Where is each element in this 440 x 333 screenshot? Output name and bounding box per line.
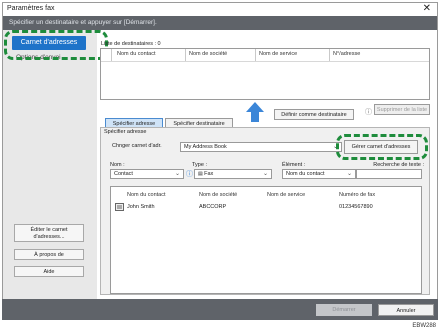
edit-address-book-label-2: d'adresses... — [33, 234, 65, 240]
element-select[interactable]: Nom du contact ⌄ — [282, 169, 356, 179]
section-label: Spécifier adresse — [104, 129, 147, 135]
close-icon[interactable]: ✕ — [423, 3, 431, 14]
name-select[interactable]: Contact ⌄ — [110, 169, 184, 179]
row-contact: John Smith — [127, 204, 155, 210]
address-book-value: My Address Book — [184, 144, 227, 150]
table-row[interactable]: John Smith ABCCORP 01234567890 — [113, 202, 419, 213]
chevron-down-icon: ⌄ — [174, 171, 180, 177]
highlight-address-book — [4, 30, 108, 60]
table-col-service[interactable]: Nom de service — [267, 192, 305, 198]
element-value: Nom du contact — [286, 171, 325, 177]
title-bar: Paramètres fax ✕ — [3, 3, 437, 16]
edit-address-book-label-1: Éditer le carnet — [30, 227, 68, 233]
window-title: Paramètres fax — [7, 5, 55, 12]
change-book-label: Chnger carnet d'adr. — [112, 143, 162, 149]
define-recipient-button[interactable]: Définir comme destinataire — [274, 109, 354, 120]
column-service[interactable]: Nom de service — [259, 51, 297, 57]
table-col-company[interactable]: Nom de société — [199, 192, 237, 198]
start-button[interactable]: Démarrer — [316, 304, 372, 316]
column-address[interactable]: N°/adresse — [333, 51, 360, 57]
info-icon: ⓘ — [186, 171, 193, 178]
recipient-list-label: Liste de destinataires : 0 — [101, 41, 161, 47]
highlight-manage-button — [336, 134, 428, 160]
chevron-down-icon: ⌄ — [346, 171, 352, 177]
element-label: Élément : — [282, 162, 306, 168]
type-value: Fax — [204, 171, 214, 177]
contacts-table[interactable]: Nom du contact Nom de société Nom de ser… — [110, 186, 422, 294]
edit-address-book-button[interactable]: Éditer le carnet d'adresses... — [14, 224, 84, 242]
help-button[interactable]: Aide — [14, 266, 84, 277]
type-label: Type : — [192, 162, 207, 168]
delete-from-list-button: Supprimer de la liste — [374, 104, 430, 115]
row-company: ABCCORP — [199, 204, 227, 210]
figure-caption: EBW288 — [412, 323, 436, 329]
table-col-fax[interactable]: Numéro de fax — [339, 192, 375, 198]
instruction-bar: Spécifier un destinataire et appuyer sur… — [3, 16, 437, 30]
recipient-list[interactable]: Nom du contact Nom de société Nom de ser… — [100, 48, 430, 100]
arrow-up-icon[interactable] — [245, 101, 265, 123]
contact-card-icon — [115, 203, 124, 211]
row-fax: 01234567890 — [339, 204, 373, 210]
about-button[interactable]: À propos de — [14, 249, 84, 260]
cancel-button[interactable]: Annuler — [378, 304, 434, 316]
name-label: Nom : — [110, 162, 125, 168]
search-input[interactable] — [356, 169, 422, 179]
address-book-select[interactable]: My Address Book ⌄ — [180, 142, 342, 152]
table-col-contact[interactable]: Nom du contact — [127, 192, 166, 198]
column-contact[interactable]: Nom du contact — [117, 51, 156, 57]
type-select[interactable]: ▤ Fax ⌄ — [194, 169, 272, 179]
search-label: Recherche de texte : — [352, 162, 424, 168]
column-company[interactable]: Nom de société — [189, 51, 227, 57]
footer-bar — [2, 299, 438, 320]
chevron-down-icon: ⌄ — [262, 171, 268, 177]
instruction-text: Spécifier un destinataire et appuyer sur… — [9, 19, 157, 26]
name-value: Contact — [114, 171, 133, 177]
info-icon: ⓘ — [365, 109, 372, 116]
